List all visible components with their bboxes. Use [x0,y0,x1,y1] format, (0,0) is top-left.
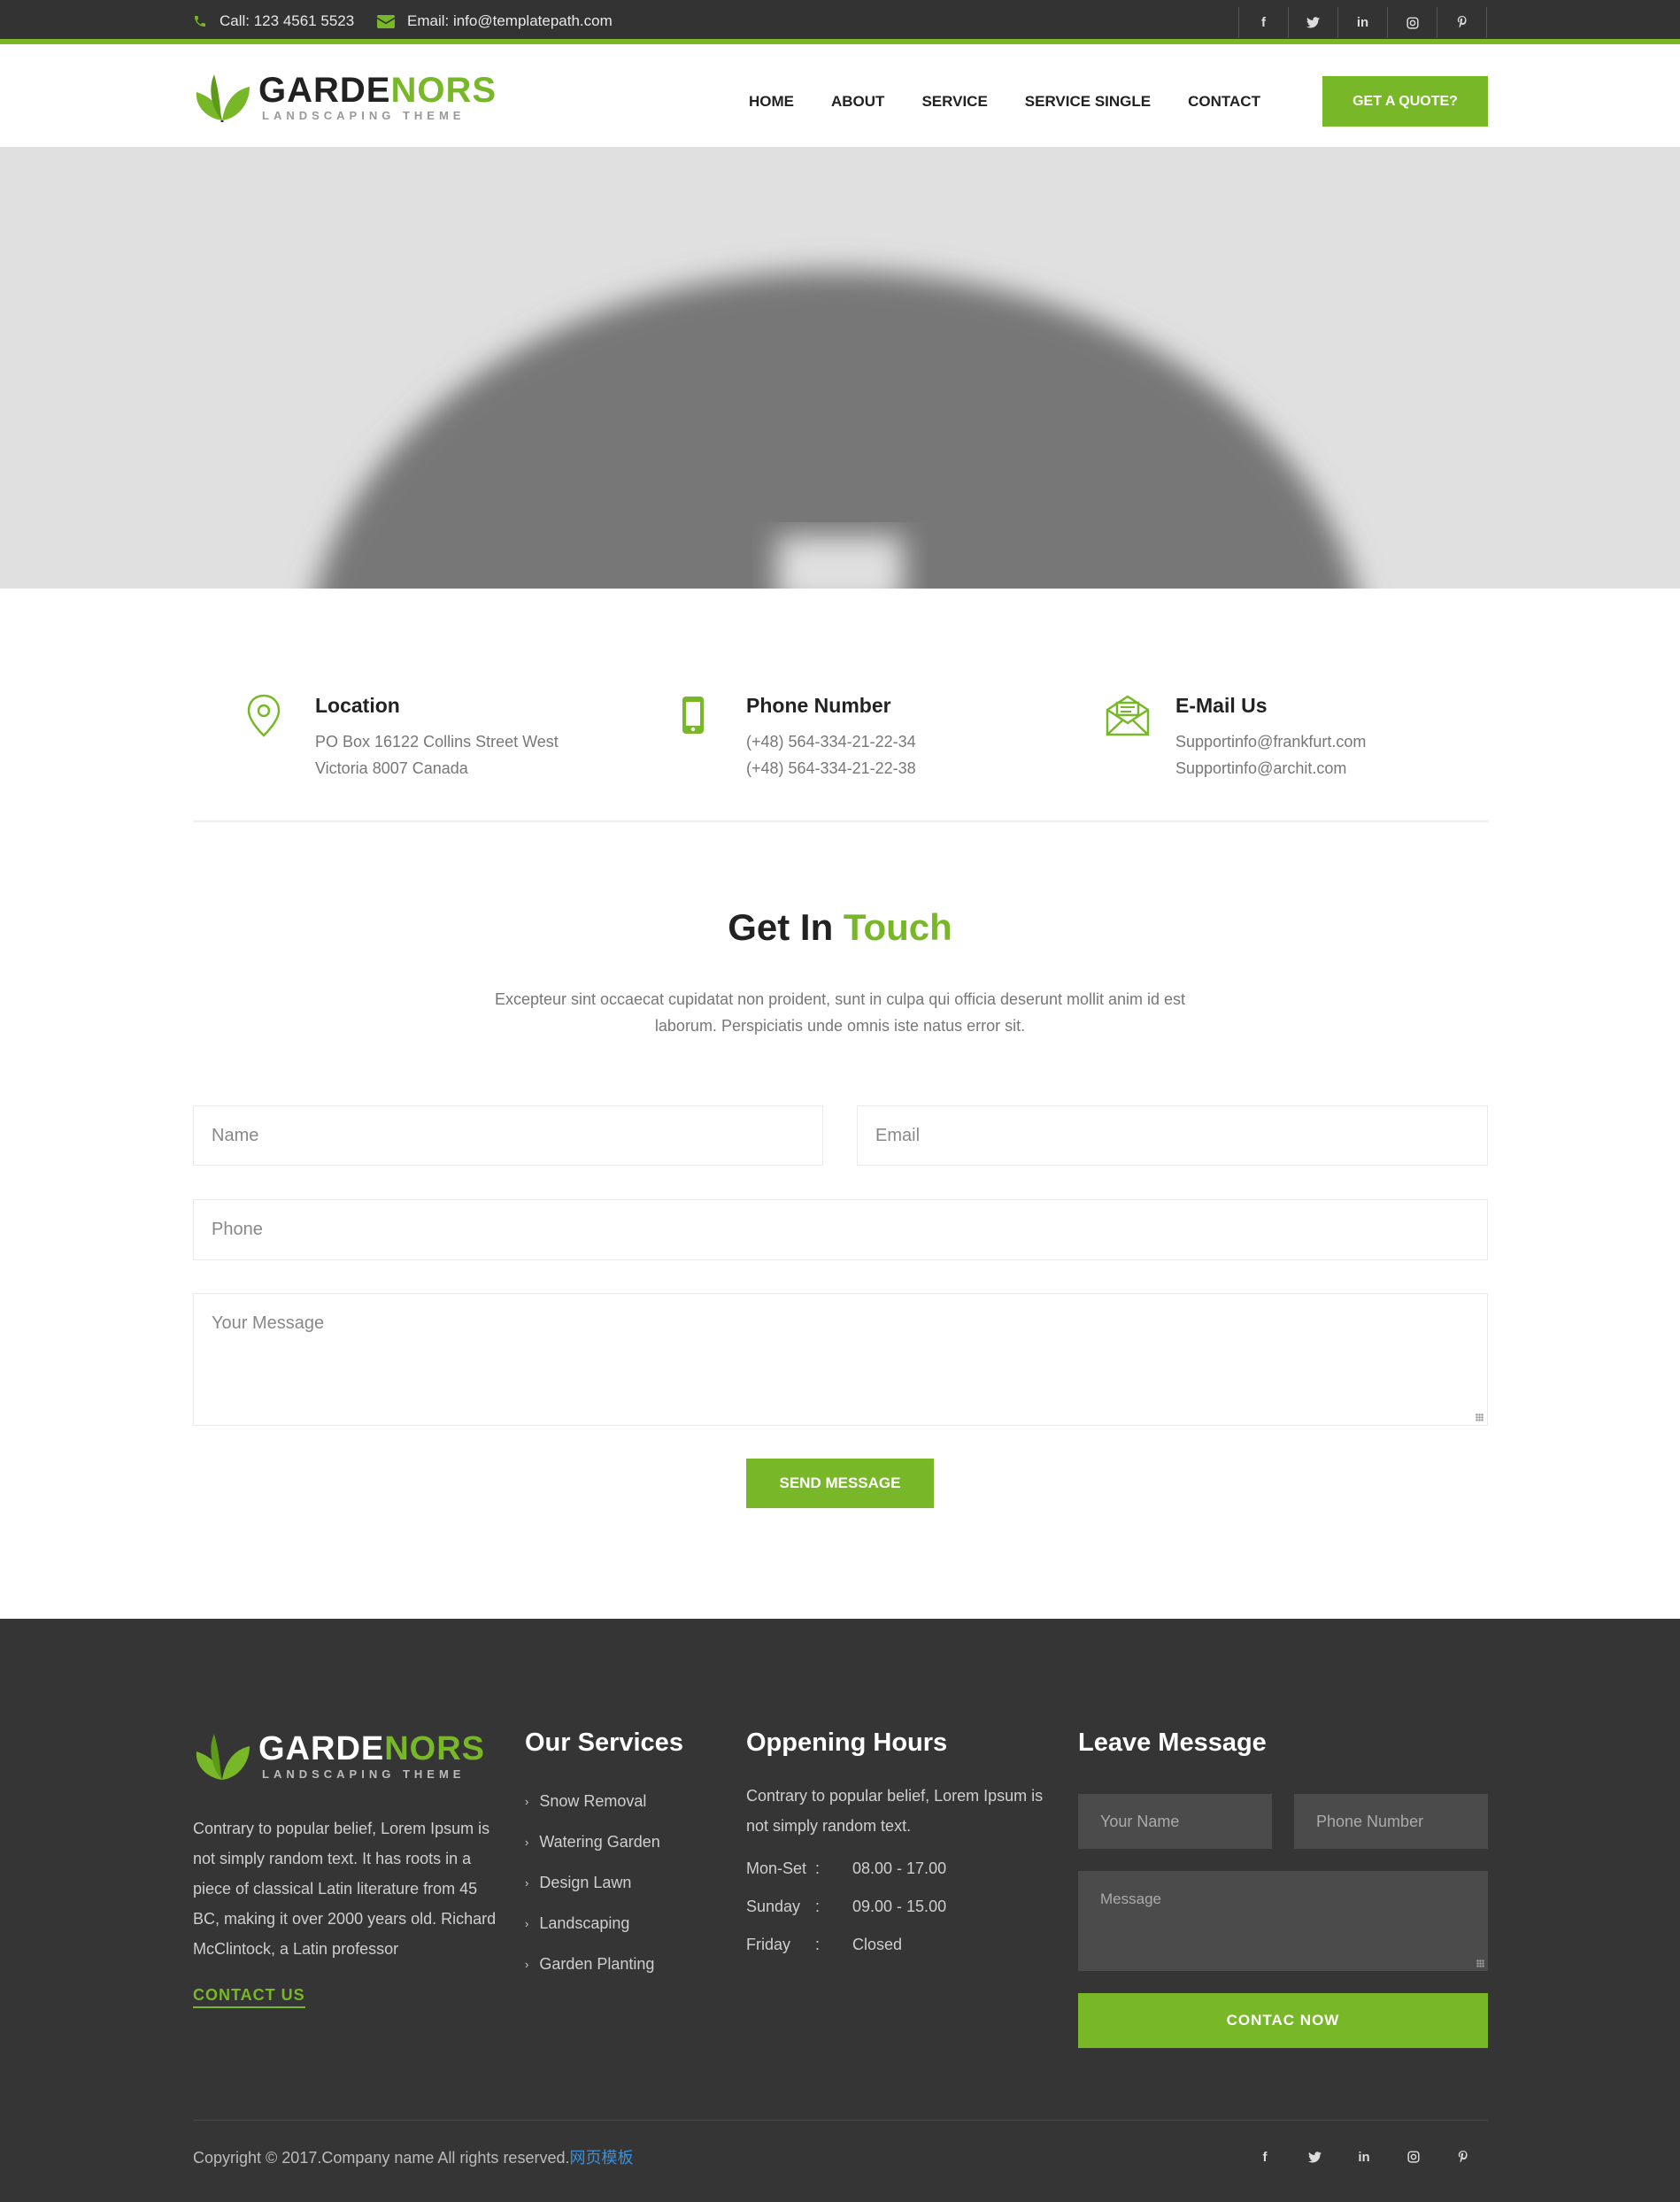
footer-services: Our Services › Snow Removal › Watering Gar… [525,1728,683,1984]
get-quote-button[interactable]: GET A QUOTE? [1322,76,1488,127]
get-in-touch-title: Get In Touch [728,906,952,948]
hero-image [0,147,1680,589]
footer-social: f in [1240,2142,1488,2172]
info-title: Phone Number [746,694,891,717]
chevron-right-icon: › [525,1957,529,1971]
info-line: Victoria 8007 Canada [315,759,468,777]
resize-handle[interactable] [1476,1959,1484,1967]
logo[interactable]: GARDENORS LANDSCAPING THEME [193,71,497,122]
phone-icon [682,697,704,734]
info-email: E-Mail Us Supportinfo@frankfurt.com Supp… [1105,694,1366,781]
instagram-icon[interactable] [1389,2142,1438,2172]
resize-handle[interactable] [1476,1413,1483,1421]
email-input[interactable]: Email [857,1105,1488,1166]
info-phone: Phone Number (+48) 564-334-21-22-34 (+48… [675,694,916,781]
info-line: (+48) 564-334-21-22-34 [746,733,916,751]
footer-logo-words: GARDENORS LANDSCAPING THEME [258,1732,485,1780]
pinterest-icon[interactable] [1438,2142,1488,2172]
footer-service-item[interactable]: › Watering Garden [525,1821,683,1862]
footer-services-title: Our Services [525,1728,683,1757]
get-in-touch-lead: Excepteur sint occaecat cupidatat non pr… [494,990,1186,1035]
footer-name-input[interactable]: Your Name [1078,1794,1272,1849]
linkedin-icon[interactable]: in [1338,7,1388,38]
footer-contact-link[interactable]: CONTACT US [193,1986,305,2008]
info-title: Location [315,694,400,717]
facebook-icon[interactable]: f [1240,2142,1290,2172]
nav-home[interactable]: HOME [749,93,794,111]
footer-logo-tagline: LANDSCAPING THEME [262,1767,466,1781]
chevron-right-icon: › [525,1875,529,1890]
footer-service-item[interactable]: › Garden Planting [525,1944,683,1984]
contact-now-button[interactable]: CONTAC NOW [1078,1993,1488,2048]
nav-contact[interactable]: CONTACT [1188,93,1260,111]
copyright-link[interactable]: 网页模板 [569,2149,633,2167]
footer-message-placeholder: Message [1100,1890,1161,1907]
twitter-icon[interactable] [1289,7,1338,38]
chevron-right-icon: › [525,1835,529,1849]
footer-hours-title: Oppening Hours [746,1728,948,1757]
footer-message: Leave Message [1078,1728,1267,1758]
logo-brand: GARDENORS [258,70,497,110]
footer-about: Contrary to popular belief, Lorem Ipsum … [193,1820,497,1958]
footer-logo-brand: GARDENORS [258,1730,486,1767]
footer-service-item[interactable]: › Snow Removal [525,1781,683,1821]
footer-service-item[interactable]: › Design Lawn [525,1862,683,1903]
info-line[interactable]: Supportinfo@frankfurt.com [1175,728,1366,755]
phone-input[interactable]: Phone [193,1199,1488,1260]
hero-placeholder-graphic [316,271,1357,589]
top-social: f in [1238,7,1487,38]
logo-tagline: LANDSCAPING THEME [262,108,466,122]
main-header: GARDENORS LANDSCAPING THEME HOME ABOUT S… [0,50,1680,147]
chevron-right-icon: › [525,1916,529,1930]
chevron-right-icon: › [525,1794,529,1808]
footer-message-textarea[interactable]: Message [1078,1871,1488,1971]
footer-divider [193,2120,1488,2121]
message-placeholder: Your Message [212,1313,325,1333]
footer-hours: Oppening Hours Contrary to popular belie… [746,1728,1043,1964]
phone-icon [195,16,205,27]
nav-about[interactable]: ABOUT [831,93,884,111]
send-message-button[interactable]: SEND MESSAGE [746,1459,934,1508]
name-input[interactable]: Name [193,1105,823,1166]
linkedin-icon[interactable]: in [1339,2142,1389,2172]
message-textarea[interactable]: Your Message [193,1293,1488,1426]
facebook-icon[interactable]: f [1239,7,1289,38]
hours-row: Sunday:09.00 - 15.00 [746,1898,947,1915]
footer-service-item[interactable]: › Landscaping [525,1903,683,1944]
hours-row: Friday: Closed [746,1936,903,1953]
envelope-icon [377,14,395,28]
info-line: (+48) 564-334-21-22-38 [746,759,916,777]
copyright: Copyright © 2017.Company name All rights… [193,2149,634,2167]
info-location: Location PO Box 16122 Collins Street Wes… [244,694,559,781]
top-email-text: Email: info@templatepath.com [407,12,613,29]
top-phone: Call: 123 4561 5523 [193,12,354,30]
info-line: PO Box 16122 Collins Street West [315,733,559,751]
top-bar: Call: 123 4561 5523 Email: info@template… [0,0,1680,44]
pinterest-icon[interactable] [1437,7,1487,38]
hours-row: Mon-Set:08.00 - 17.00 [746,1859,947,1877]
logo-words: GARDENORS LANDSCAPING THEME [258,73,497,121]
section-divider [193,820,1488,822]
twitter-icon[interactable] [1290,2142,1339,2172]
nav-service-single[interactable]: SERVICE SINGLE [1025,93,1151,111]
map-pin-icon [247,694,281,737]
instagram-icon[interactable] [1388,7,1437,38]
footer-message-title: Leave Message [1078,1728,1267,1757]
footer-phone-input[interactable]: Phone Number [1294,1794,1488,1849]
envelope-icon [1106,695,1150,736]
nav-service[interactable]: SERVICE [921,93,987,111]
info-title: E-Mail Us [1175,694,1268,717]
main-nav: HOME ABOUT SERVICE SERVICE SINGLE CONTAC… [749,93,1298,111]
leaf-logo-icon [196,1734,250,1780]
info-line[interactable]: Supportinfo@archit.com [1175,755,1366,781]
footer-logo[interactable]: GARDENORS LANDSCAPING THEME [193,1728,485,1783]
top-email: Email: info@templatepath.com [377,12,613,30]
top-phone-text: Call: 123 4561 5523 [220,12,355,29]
leaf-logo-icon [196,74,250,122]
